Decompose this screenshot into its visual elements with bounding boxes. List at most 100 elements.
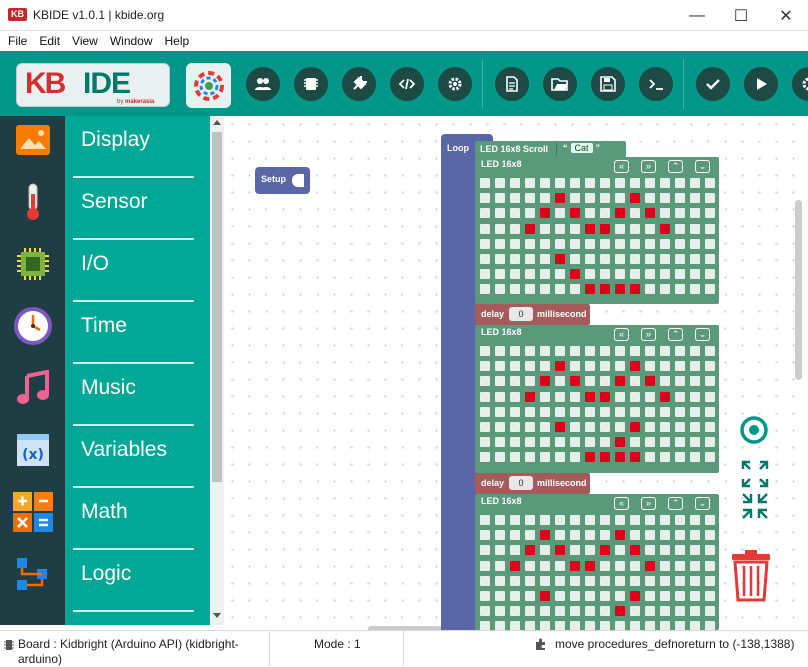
led-cell[interactable] xyxy=(615,269,625,280)
led-cell[interactable] xyxy=(510,223,520,234)
led-cell[interactable] xyxy=(660,223,670,234)
led-cell[interactable] xyxy=(690,515,700,525)
led-cell[interactable] xyxy=(495,193,505,204)
category-sensor[interactable]: Sensor xyxy=(73,178,194,240)
open-button[interactable] xyxy=(543,67,577,101)
led-cell[interactable] xyxy=(495,238,505,249)
led-cell[interactable] xyxy=(645,254,655,264)
led-cell[interactable] xyxy=(585,269,595,280)
led-cell[interactable] xyxy=(600,606,610,617)
led-cell[interactable] xyxy=(510,575,520,586)
led-cell[interactable] xyxy=(690,269,700,280)
led-cell[interactable] xyxy=(555,178,565,188)
led-cell[interactable] xyxy=(705,193,715,204)
led-cell[interactable] xyxy=(495,560,505,571)
led-cell[interactable] xyxy=(525,178,535,188)
led-cell[interactable] xyxy=(495,606,505,617)
led-cell[interactable] xyxy=(630,406,640,417)
led-cell[interactable] xyxy=(540,208,550,219)
menu-help[interactable]: Help xyxy=(159,34,196,48)
led-cell[interactable] xyxy=(600,406,610,417)
led-cell[interactable] xyxy=(495,391,505,402)
led-cell[interactable] xyxy=(585,437,595,448)
led-cell[interactable] xyxy=(660,284,670,295)
led-cell[interactable] xyxy=(480,530,490,541)
led-cell[interactable] xyxy=(690,238,700,249)
led-cell[interactable] xyxy=(675,530,685,541)
led-cell[interactable] xyxy=(600,452,610,463)
led-cell[interactable] xyxy=(705,254,715,264)
led-cell[interactable] xyxy=(615,591,625,601)
verify-button[interactable] xyxy=(696,67,730,101)
led-cell[interactable] xyxy=(630,208,640,219)
led-cell[interactable] xyxy=(585,346,595,356)
led-cell[interactable] xyxy=(540,591,550,601)
led-cell[interactable] xyxy=(525,254,535,264)
led-cell[interactable] xyxy=(570,530,580,541)
led-cell[interactable] xyxy=(540,269,550,280)
led-cell[interactable] xyxy=(645,376,655,387)
led-cell[interactable] xyxy=(675,178,685,188)
led-cell[interactable] xyxy=(675,223,685,234)
led-cell[interactable] xyxy=(540,406,550,417)
led-cell[interactable] xyxy=(705,346,715,356)
led-cell[interactable] xyxy=(555,391,565,402)
led-cell[interactable] xyxy=(525,223,535,234)
new-file-button[interactable] xyxy=(495,67,529,101)
led-cell[interactable] xyxy=(660,452,670,463)
led-cell[interactable] xyxy=(630,254,640,264)
led-cell[interactable] xyxy=(615,238,625,249)
led-cell[interactable] xyxy=(600,545,610,556)
led-cell[interactable] xyxy=(615,254,625,264)
led-cell[interactable] xyxy=(480,560,490,571)
led-cell[interactable] xyxy=(525,515,535,525)
led-cell[interactable] xyxy=(480,545,490,556)
menu-window[interactable]: Window xyxy=(104,34,159,48)
led-cell[interactable] xyxy=(585,223,595,234)
led-cell[interactable] xyxy=(555,591,565,601)
maximize-button[interactable]: ☐ xyxy=(719,0,763,31)
led-cell[interactable] xyxy=(615,346,625,356)
led-cell[interactable] xyxy=(555,254,565,264)
led-cell[interactable] xyxy=(660,560,670,571)
led-cell[interactable] xyxy=(480,178,490,188)
led-cell[interactable] xyxy=(525,208,535,219)
delay-value-input[interactable]: 0 xyxy=(509,307,533,321)
led-cell[interactable] xyxy=(555,575,565,586)
led-cell[interactable] xyxy=(705,515,715,525)
delay-block[interactable]: delay 0 millisecond xyxy=(475,473,590,494)
led-cell[interactable] xyxy=(690,437,700,448)
led-cell[interactable] xyxy=(555,269,565,280)
led-cell[interactable] xyxy=(495,406,505,417)
led-cell[interactable] xyxy=(600,391,610,402)
led-cell[interactable] xyxy=(675,208,685,219)
led-cell[interactable] xyxy=(690,452,700,463)
sidebar-scroll-thumb[interactable] xyxy=(212,132,222,482)
led-cell[interactable] xyxy=(660,391,670,402)
led-cell[interactable] xyxy=(675,422,685,432)
led-cell[interactable] xyxy=(570,284,580,295)
led-cell[interactable] xyxy=(660,269,670,280)
led-cell[interactable] xyxy=(645,238,655,249)
led-cell[interactable] xyxy=(645,361,655,372)
led-matrix-block[interactable]: LED 16x8 « » ⌃ ⌄ xyxy=(475,325,719,473)
menu-view[interactable]: View xyxy=(66,34,104,48)
board-status[interactable]: Board : Kidbright (Arduino API) (kidbrig… xyxy=(0,631,270,666)
led-cell[interactable] xyxy=(495,422,505,432)
led-cell[interactable] xyxy=(570,606,580,617)
led-cell[interactable] xyxy=(555,238,565,249)
led-cell[interactable] xyxy=(630,437,640,448)
led-cell[interactable] xyxy=(690,223,700,234)
led-cell[interactable] xyxy=(510,560,520,571)
led-cell[interactable] xyxy=(705,591,715,601)
led-cell[interactable] xyxy=(480,208,490,219)
led-cell[interactable] xyxy=(525,284,535,295)
led-cell[interactable] xyxy=(480,406,490,417)
led-cell[interactable] xyxy=(630,545,640,556)
led-cell[interactable] xyxy=(480,422,490,432)
led-cell[interactable] xyxy=(540,223,550,234)
led-cell[interactable] xyxy=(660,193,670,204)
led-cell[interactable] xyxy=(705,361,715,372)
led-cell[interactable] xyxy=(585,284,595,295)
led-cell[interactable] xyxy=(570,223,580,234)
